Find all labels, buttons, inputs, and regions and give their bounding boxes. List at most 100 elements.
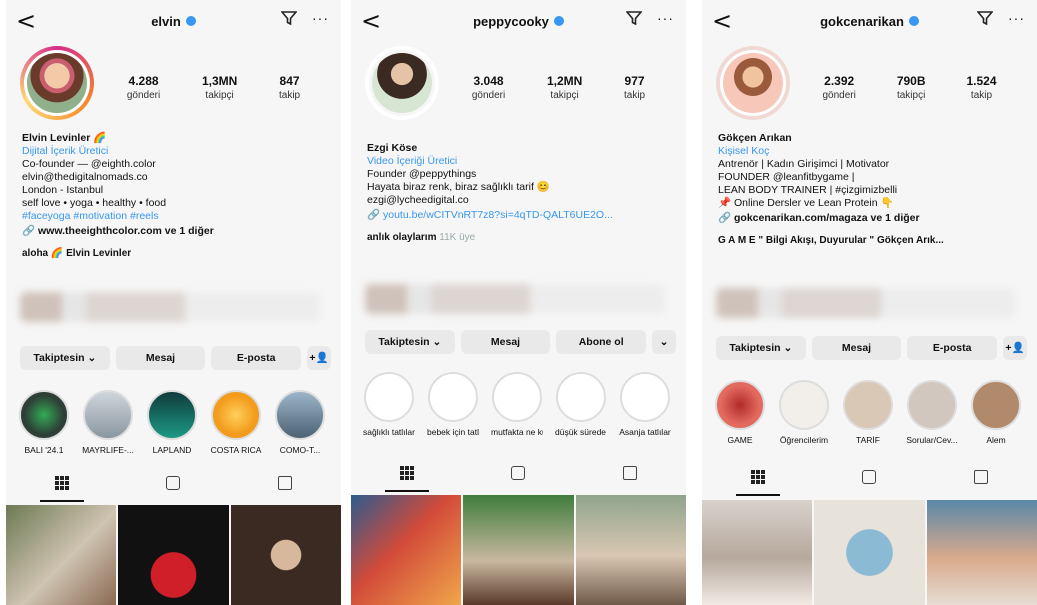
blurred-followed-by bbox=[20, 292, 320, 322]
following-button[interactable]: Takiptesin ⌄ bbox=[365, 330, 455, 354]
profile-link[interactable]: 🔗 www.theeighthcolor.com ve 1 diğer bbox=[22, 225, 333, 238]
reels-icon bbox=[511, 466, 526, 480]
email-button[interactable]: E-posta bbox=[907, 336, 998, 360]
channels[interactable]: G A M E " Bilgi Akışı, Duyurular " Gökçe… bbox=[718, 234, 1029, 247]
stat-following[interactable]: 847 takip bbox=[279, 74, 300, 101]
link-icon: 🔗 bbox=[367, 209, 383, 221]
add-user-icon[interactable]: +👤 bbox=[1003, 336, 1028, 360]
highlight[interactable]: Sorular/Cev... bbox=[906, 380, 958, 445]
tab-tagged[interactable] bbox=[590, 466, 670, 492]
post-grid bbox=[6, 505, 341, 605]
grid-icon bbox=[750, 470, 765, 484]
display-name: Elvin Levinler 🌈 bbox=[22, 132, 107, 144]
reels-icon bbox=[166, 476, 181, 490]
highlight[interactable]: MAYRLIFE-... bbox=[82, 390, 134, 455]
display-name: Ezgi Köse bbox=[367, 142, 418, 154]
reels-icon bbox=[862, 470, 877, 484]
filter-icon[interactable] bbox=[281, 10, 297, 26]
bio-line: 📌 Online Dersler ve Lean Protein 👇 bbox=[718, 197, 894, 209]
bio: Ezgi Köse Video İçeriği Üretici Founder … bbox=[367, 142, 678, 244]
verified-icon bbox=[908, 16, 919, 26]
avatar[interactable] bbox=[20, 46, 94, 120]
highlight[interactable]: COSTA RICA bbox=[210, 390, 262, 455]
filter-icon[interactable] bbox=[626, 10, 642, 26]
post-thumbnail[interactable] bbox=[575, 495, 686, 605]
bio-line: elvin@thedigitalnomads.co bbox=[22, 171, 148, 183]
email-button[interactable]: E-posta bbox=[211, 346, 302, 370]
post-thumbnail[interactable] bbox=[6, 505, 117, 605]
tab-reels[interactable] bbox=[478, 466, 558, 492]
highlight[interactable]: TARİF bbox=[842, 380, 894, 445]
grid-icon bbox=[399, 466, 414, 480]
highlight[interactable]: Asanja tatlılar bbox=[619, 372, 671, 437]
bio-line: self love • yoga • healthy • food bbox=[22, 197, 167, 209]
following-button[interactable]: Takiptesin ⌄ bbox=[20, 346, 110, 370]
post-grid bbox=[702, 500, 1037, 605]
highlight[interactable]: sağlıklı tatlılar bbox=[363, 372, 415, 437]
avatar[interactable] bbox=[716, 46, 790, 120]
subscribe-button[interactable]: Abone ol bbox=[556, 330, 647, 354]
tagged-icon bbox=[974, 470, 989, 484]
post-thumbnail[interactable] bbox=[702, 500, 813, 605]
blurred-followed-by bbox=[716, 288, 1016, 318]
profile-panel-elvin: < elvin ··· 4.288 gönderi 1,3MN takipçi 84… bbox=[6, 0, 341, 605]
profile-panel-peppycooky: < peppycooky ··· 3.048 gönderi 1,2MN takip… bbox=[351, 0, 686, 605]
channels[interactable]: anlık olaylarım 11K üye bbox=[367, 231, 678, 244]
more-icon[interactable]: ··· bbox=[1008, 10, 1025, 26]
tab-grid[interactable] bbox=[718, 470, 798, 496]
tab-grid[interactable] bbox=[367, 466, 447, 492]
post-thumbnail[interactable] bbox=[118, 505, 229, 605]
highlight[interactable]: düşük sürede sağlıklı bbox=[555, 372, 607, 437]
more-icon[interactable]: ··· bbox=[312, 10, 329, 26]
post-thumbnail[interactable] bbox=[463, 495, 574, 605]
post-thumbnail[interactable] bbox=[926, 500, 1037, 605]
tab-tagged[interactable] bbox=[941, 470, 1021, 496]
stat-posts[interactable]: 3.048 gönderi bbox=[472, 74, 505, 101]
post-thumbnail[interactable] bbox=[230, 505, 341, 605]
message-button[interactable]: Mesaj bbox=[460, 330, 551, 354]
stat-followers[interactable]: 1,3MN takipçi bbox=[202, 74, 237, 101]
message-button[interactable]: Mesaj bbox=[115, 346, 206, 370]
bio: Elvin Levinler 🌈 Dijital İçerik Üretici … bbox=[22, 132, 333, 260]
category: Dijital İçerik Üretici bbox=[22, 145, 109, 157]
highlight[interactable]: Öğrencilerim bbox=[778, 380, 830, 445]
bio-line: London - Istanbul bbox=[22, 184, 104, 196]
stat-followers[interactable]: 1,2MN takipçi bbox=[547, 74, 582, 101]
tab-reels[interactable] bbox=[829, 470, 909, 496]
stat-followers[interactable]: 790B takipçi bbox=[897, 74, 926, 101]
following-button[interactable]: Takiptesin ⌄ bbox=[716, 336, 806, 360]
message-button[interactable]: Mesaj bbox=[811, 336, 902, 360]
post-thumbnail[interactable] bbox=[814, 500, 925, 605]
highlight[interactable]: COMO-T... bbox=[274, 390, 326, 455]
stat-posts[interactable]: 4.288 gönderi bbox=[127, 74, 160, 101]
bio-line: ezgi@lycheedigital.co bbox=[367, 194, 469, 206]
stat-following[interactable]: 1.524 takip bbox=[966, 74, 996, 101]
stat-posts[interactable]: 2.392 gönderi bbox=[822, 74, 855, 101]
bio-line: Founder @peppythings bbox=[367, 168, 477, 180]
channels[interactable]: aloha 🌈 Elvin Levinler bbox=[22, 247, 333, 260]
tab-grid[interactable] bbox=[22, 476, 102, 502]
stat-following[interactable]: 977 takip bbox=[624, 74, 645, 101]
bio-line: FOUNDER @leanfitbygame | bbox=[718, 171, 855, 183]
bio-line: Hayata biraz renk, biraz sağlıklı tarif … bbox=[367, 181, 550, 193]
tab-reels[interactable] bbox=[133, 476, 213, 502]
blurred-followed-by bbox=[365, 284, 665, 314]
highlight[interactable]: Alem bbox=[970, 380, 1022, 445]
tab-tagged[interactable] bbox=[245, 476, 325, 502]
post-thumbnail[interactable] bbox=[351, 495, 462, 605]
highlight[interactable]: BALI '24.1 bbox=[18, 390, 70, 455]
chevron-down-icon[interactable]: ⌄ bbox=[652, 330, 677, 354]
filter-icon[interactable] bbox=[977, 10, 993, 26]
avatar[interactable] bbox=[365, 46, 439, 120]
highlight[interactable]: GAME bbox=[714, 380, 766, 445]
profile-link[interactable]: 🔗 youtu.be/wCITVnRT7z8?si=4qTD-QALT6UE2O… bbox=[367, 209, 678, 222]
username: peppycooky bbox=[473, 14, 549, 29]
add-user-icon[interactable]: +👤 bbox=[307, 346, 332, 370]
highlight[interactable]: LAPLAND bbox=[146, 390, 198, 455]
profile-link[interactable]: 🔗 gokcenarikan.com/magaza ve 1 diğer bbox=[718, 212, 1029, 225]
tagged-icon bbox=[623, 466, 638, 480]
highlight[interactable]: mutfakta ne kullanıyorum bbox=[491, 372, 543, 437]
highlight[interactable]: bebek için tatlılar bbox=[427, 372, 479, 437]
category: Video İçeriği Üretici bbox=[367, 155, 458, 167]
more-icon[interactable]: ··· bbox=[657, 10, 674, 26]
